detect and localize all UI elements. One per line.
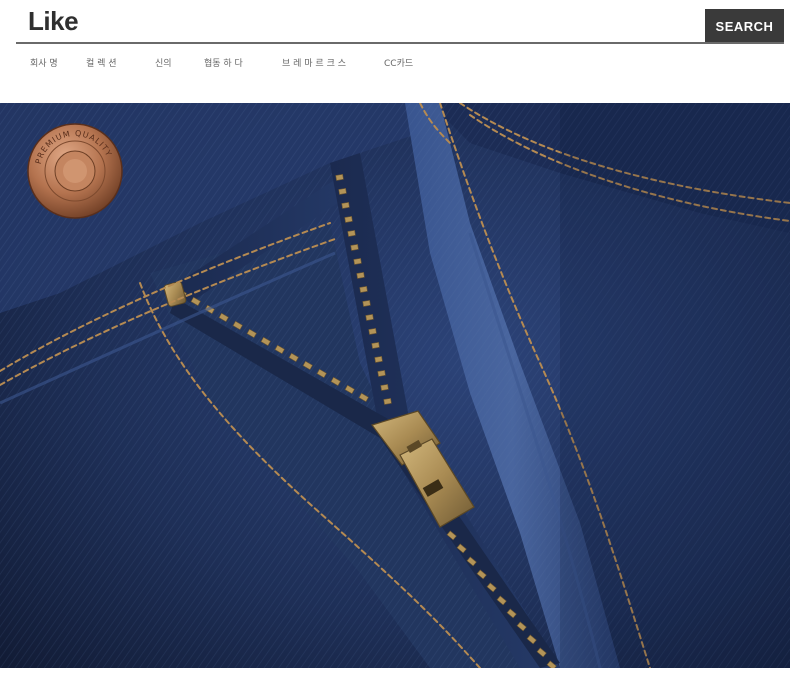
nav-item-collection[interactable]: 컬 렉 션 [86, 56, 117, 69]
nav-item-new[interactable]: 신의 [155, 56, 172, 69]
nav-item-brand-marks[interactable]: 브 레 마 르 크 스 [282, 56, 346, 69]
jeans-closeup-illustration: PREMIUM QUALITY [0, 103, 790, 668]
header-divider [16, 42, 784, 44]
nav-item-cooperation[interactable]: 협동 하 다 [204, 56, 243, 69]
search-button[interactable]: SEARCH [705, 9, 784, 43]
nav-item-cc-card[interactable]: CC카드 [384, 56, 413, 69]
nav-item-company[interactable]: 회사 명 [30, 56, 58, 69]
product-photo-jeans-zipper: PREMIUM QUALITY [0, 103, 790, 668]
site-logo[interactable]: Like [28, 6, 79, 37]
main-nav: 회사 명 컬 렉 션 신의 협동 하 다 브 레 마 르 크 스 CC카드 [0, 56, 790, 70]
copper-button: PREMIUM QUALITY [27, 123, 123, 219]
site-header: Like SEARCH 회사 명 컬 렉 션 신의 협동 하 다 브 레 마 르… [0, 0, 790, 103]
